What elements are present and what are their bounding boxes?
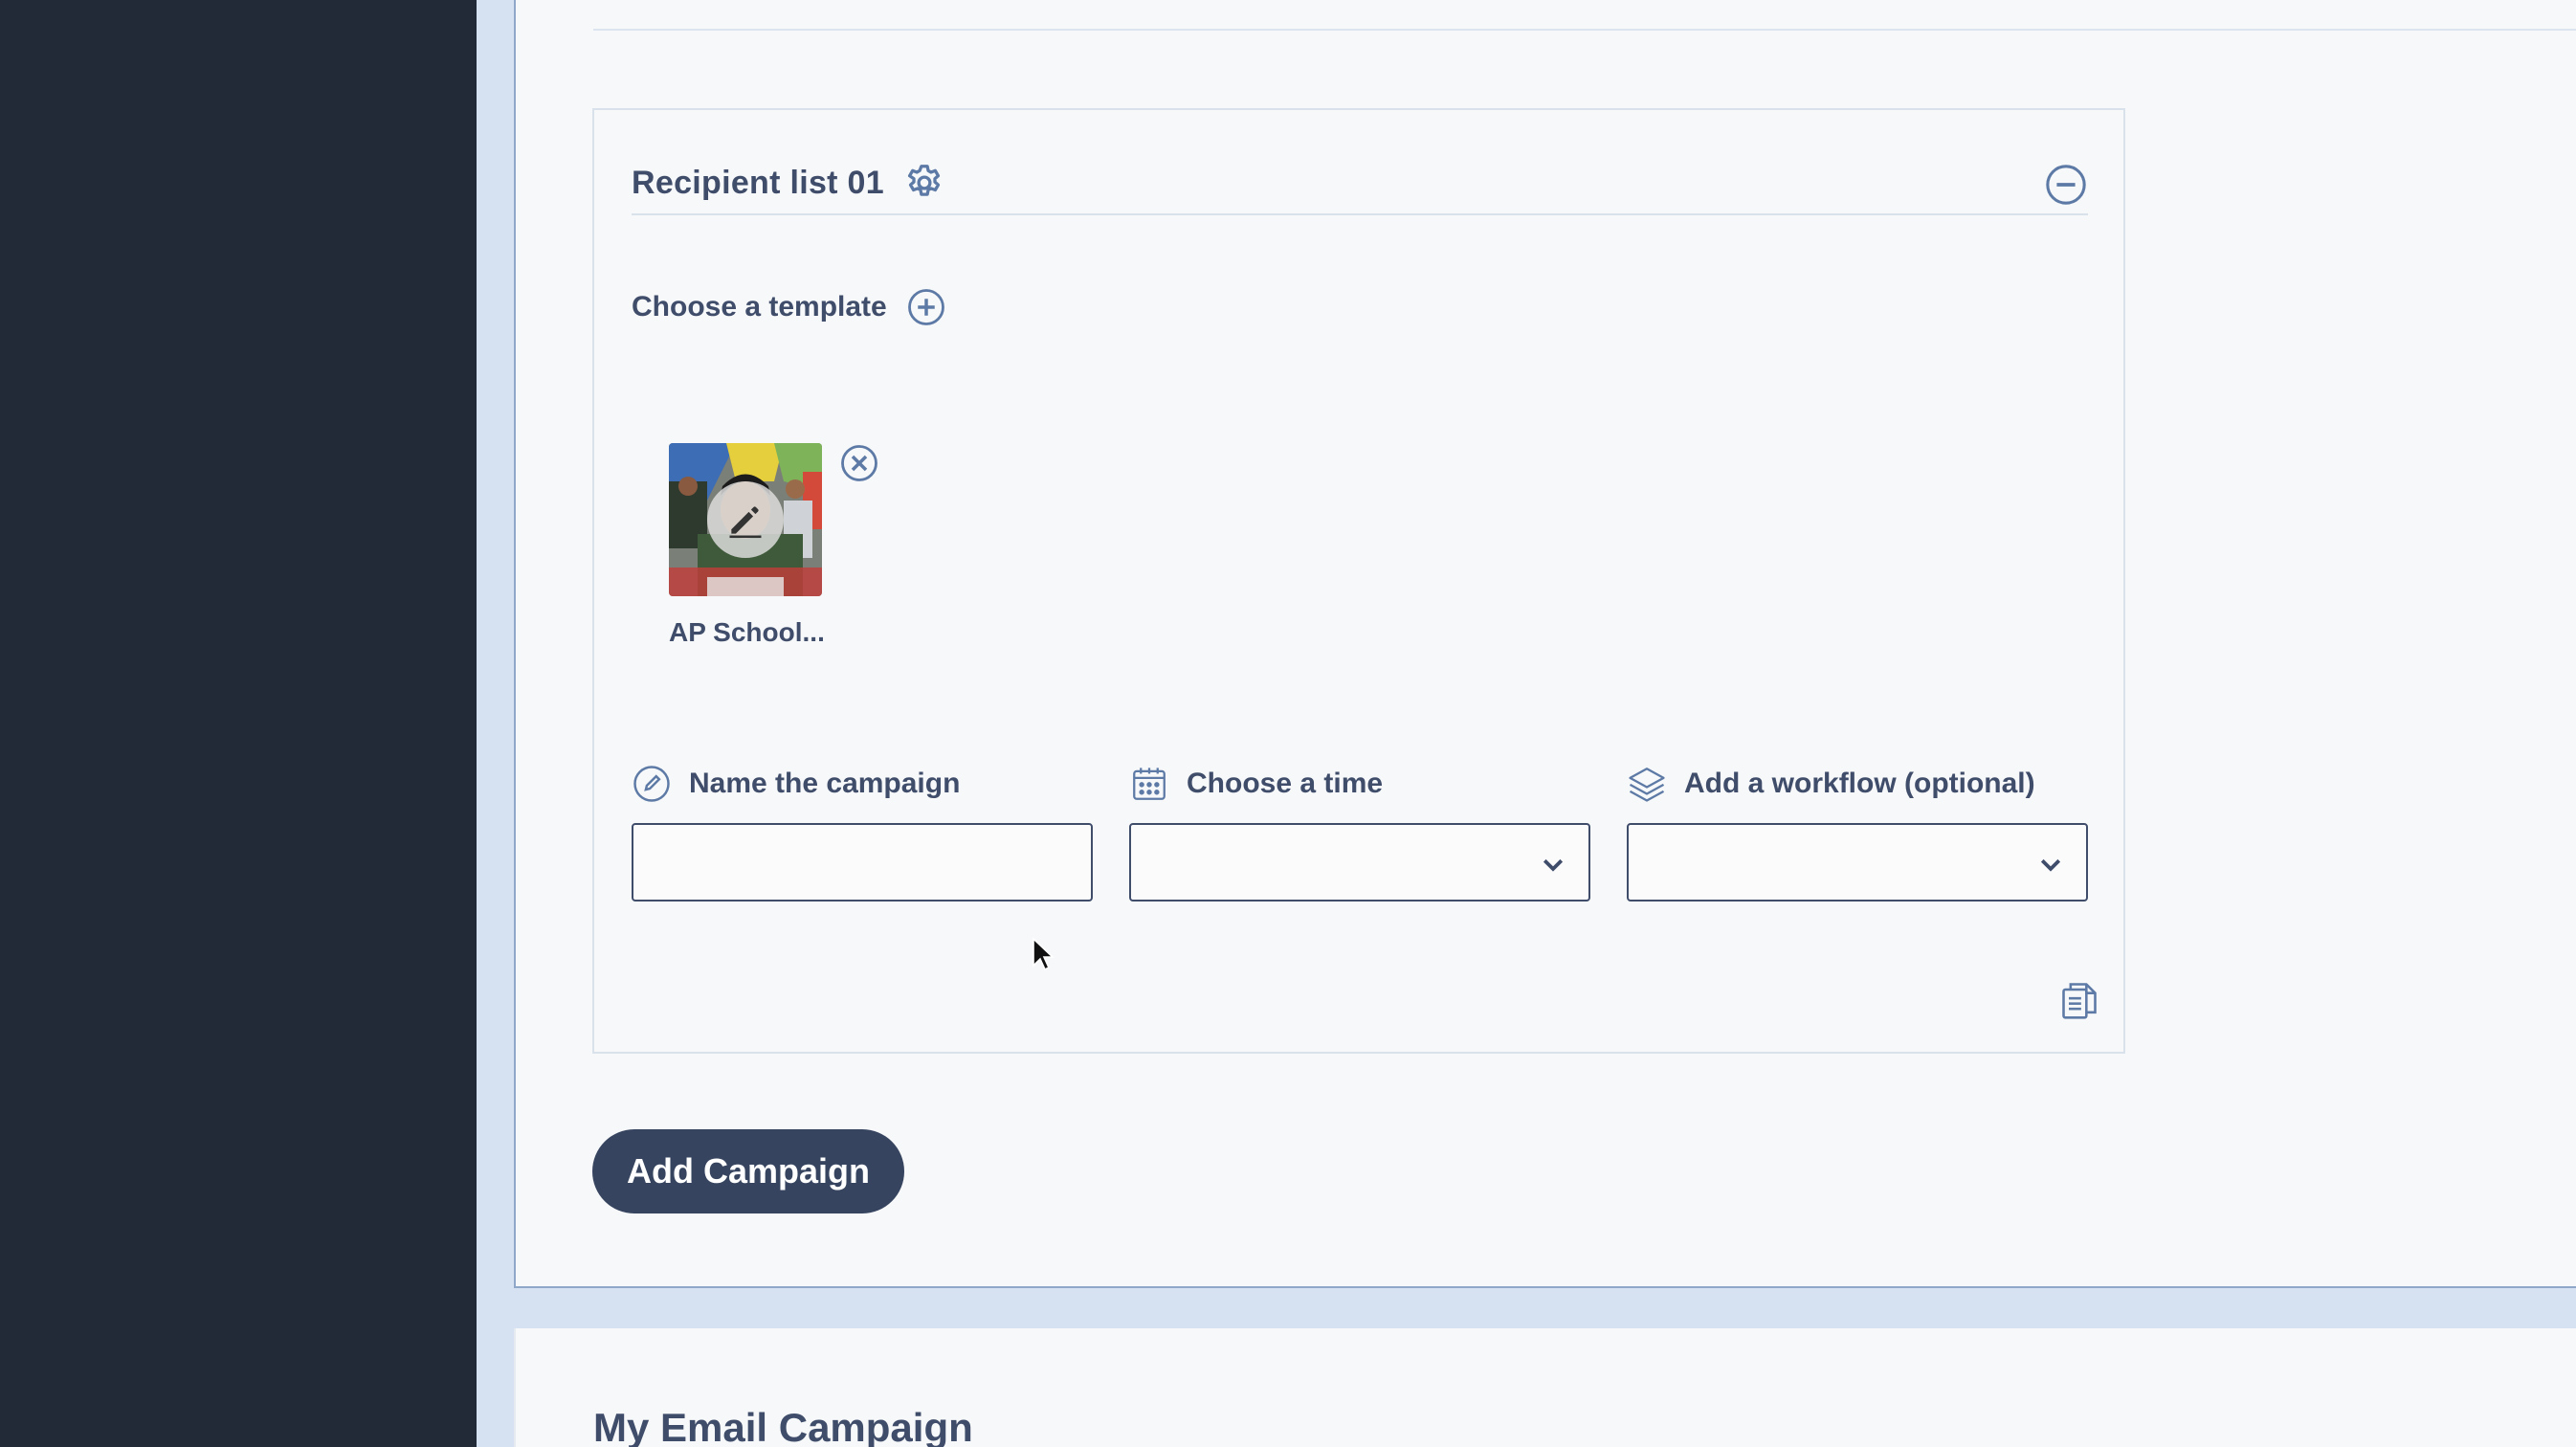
collapse-minus-icon[interactable] [2044,163,2088,207]
recipient-list-title: Recipient list 01 [632,164,884,201]
template-thumbnail[interactable] [669,443,822,596]
choose-template-label: Choose a template [632,291,887,323]
choose-time-label: Choose a time [1187,768,1384,799]
add-template-plus-icon[interactable] [906,287,946,327]
campaign-name-input[interactable] [632,823,1093,902]
template-name: AP School... [669,617,825,647]
divider [593,29,2576,31]
recipient-list-header: Recipient list 01 [632,152,2088,215]
layers-icon [1629,768,1665,802]
name-campaign-label-row: Name the campaign [632,764,960,804]
edit-template-button[interactable] [707,481,784,558]
chevron-down-icon [2040,858,2061,872]
mouse-cursor-icon [1033,937,1055,971]
gear-icon[interactable] [903,162,945,204]
choose-time-label-row: Choose a time [1129,764,1383,804]
workflow-select[interactable] [1627,823,2088,902]
recipient-list-card: Recipient list 01 Choose a template AP S… [592,108,2125,1054]
workflow-label-row: Add a workflow (optional) [1627,764,2035,804]
name-campaign-label: Name the campaign [689,768,961,799]
sidebar [0,0,477,1447]
remove-template-icon[interactable] [839,443,879,483]
chevron-down-icon [1543,858,1564,872]
my-email-campaign-panel: My Email Campaign [514,1328,2576,1447]
campaign-editor-panel: Recipient list 01 Choose a template AP S… [514,0,2576,1288]
choose-template-row: Choose a template [632,287,946,327]
time-select[interactable] [1129,823,1590,902]
add-campaign-button[interactable]: Add Campaign [592,1129,904,1213]
workflow-label: Add a workflow (optional) [1684,768,2035,799]
section-title: My Email Campaign [593,1405,973,1447]
copy-icon[interactable] [2058,978,2100,1022]
calendar-icon [1133,768,1166,800]
pencil-circle-icon [633,766,670,802]
pencil-icon [729,506,762,539]
